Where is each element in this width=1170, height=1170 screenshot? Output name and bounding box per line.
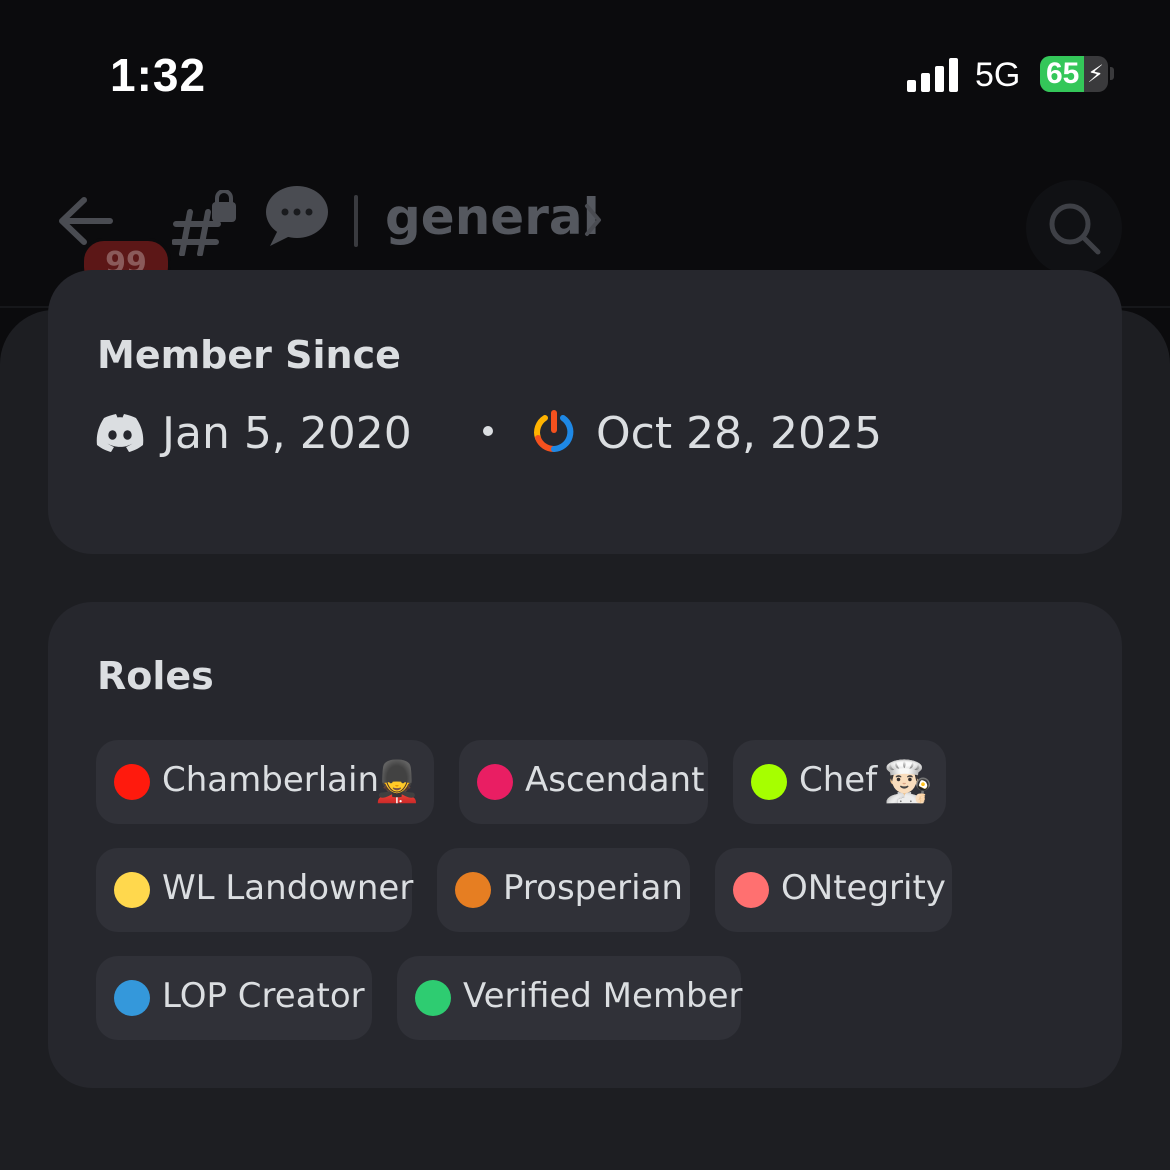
signal-strength-icon (907, 58, 959, 92)
role-color-dot (733, 872, 769, 908)
role-color-dot (114, 764, 150, 800)
role-color-dot (415, 980, 451, 1016)
role-color-dot (114, 980, 150, 1016)
role-label: WL Landowner (162, 868, 414, 908)
header-divider (354, 195, 358, 247)
role-color-dot (114, 872, 150, 908)
role-color-dot (751, 764, 787, 800)
role-label: Verified Member (463, 976, 743, 1016)
server-join-date: Oct 28, 2025 (596, 408, 882, 459)
role-pill[interactable]: WL Landowner (96, 848, 414, 932)
locked-hash-icon (171, 189, 238, 260)
role-pill[interactable]: LOP Creator (96, 956, 372, 1040)
role-pill[interactable]: Ascendant (459, 740, 708, 824)
search-button[interactable] (1026, 180, 1122, 276)
discord-join-date: Jan 5, 2020 (162, 408, 412, 459)
status-time: 1:32 (110, 49, 207, 101)
battery-percent: 65 (1046, 57, 1080, 90)
date-separator (483, 426, 493, 436)
role-label: ONtegrity (781, 868, 946, 908)
role-color-dot (477, 764, 513, 800)
role-pill[interactable]: Chef 👨🏻‍🍳 (733, 740, 946, 824)
chevron-right-icon[interactable] (583, 202, 603, 242)
member-since-title: Member Since (97, 333, 401, 377)
role-emoji: 💂 (372, 759, 422, 805)
role-pill[interactable]: ONtegrity (715, 848, 952, 932)
role-pill[interactable]: Chamberlain 💂 (96, 740, 434, 824)
roles-card: Roles Chamberlain 💂 Ascendant Chef 👨🏻‍🍳 … (48, 602, 1122, 1088)
role-pill[interactable]: Verified Member (397, 956, 743, 1040)
battery-nub (1110, 67, 1114, 80)
role-label: Ascendant (525, 760, 705, 800)
bolt-icon: ⚡ (1087, 60, 1104, 88)
speech-bubble-icon (264, 184, 330, 254)
channel-name[interactable]: general (385, 188, 600, 246)
network-type: 5G (975, 56, 1021, 94)
profile-sheet: Member Since Jan 5, 2020 Oct 28, 2025 Ro… (0, 270, 1170, 1170)
role-pill[interactable]: Prosperian (437, 848, 690, 932)
role-label: LOP Creator (162, 976, 365, 1016)
search-icon (1049, 203, 1101, 255)
server-power-icon (532, 410, 576, 458)
member-since-card: Member Since Jan 5, 2020 Oct 28, 2025 (48, 270, 1122, 554)
role-color-dot (455, 872, 491, 908)
role-emoji: 👨🏻‍🍳 (883, 759, 933, 805)
role-label: Chef (799, 760, 878, 800)
roles-title: Roles (97, 654, 214, 698)
role-label: Prosperian (503, 868, 683, 908)
role-label: Chamberlain (162, 760, 379, 800)
discord-logo-icon (96, 414, 144, 456)
battery-indicator: 65 ⚡ (1040, 56, 1108, 92)
